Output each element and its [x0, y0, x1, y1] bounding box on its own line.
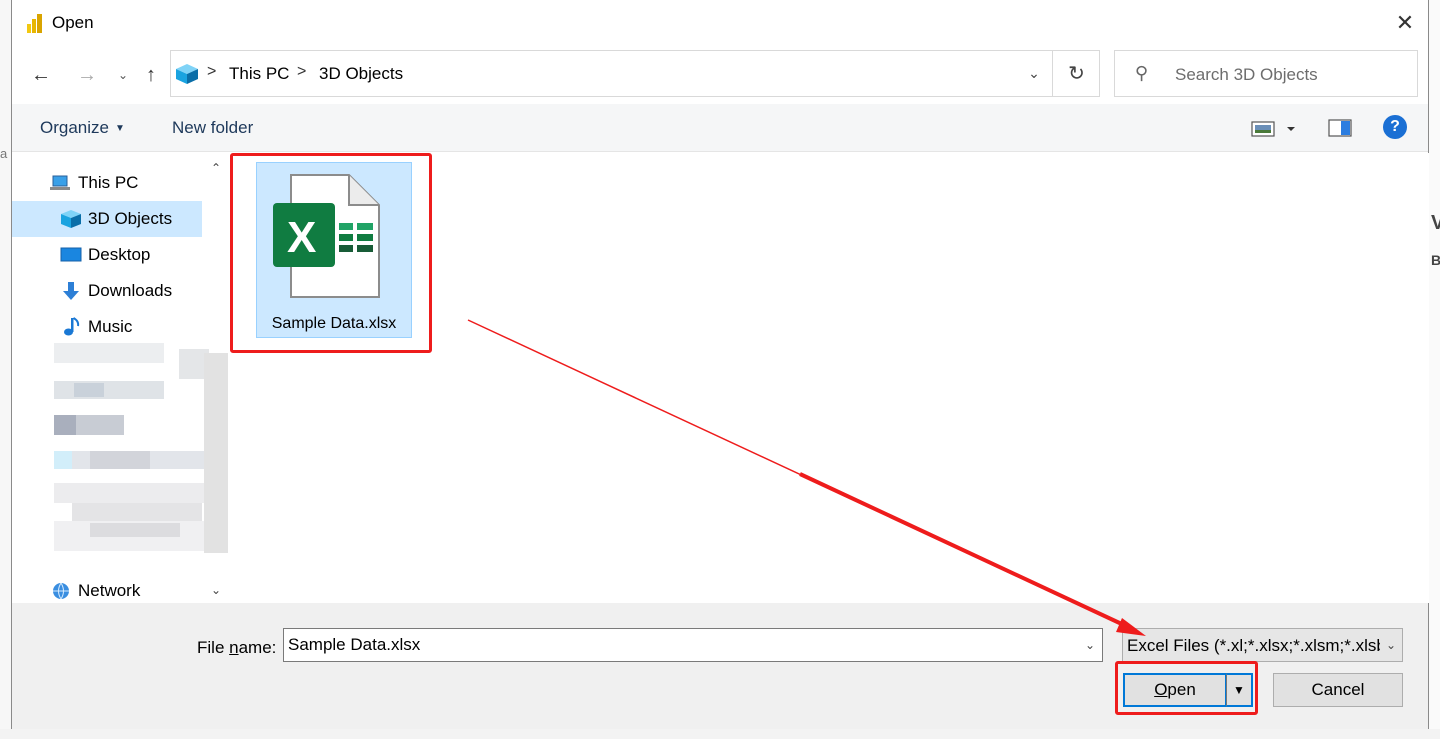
recent-locations-button[interactable]: ⌄	[108, 60, 138, 90]
close-button[interactable]: ✕	[1382, 0, 1428, 46]
chevron-up-icon: ⌃	[210, 161, 222, 175]
chevron-right-icon: >	[297, 63, 307, 80]
sidebar-item-downloads[interactable]: Downloads	[12, 273, 202, 309]
refresh-button[interactable]: ↻	[1052, 51, 1100, 96]
background-app-right: V B	[1428, 0, 1440, 739]
arrow-right-icon: →	[77, 63, 97, 86]
annotation-highlight-file	[230, 153, 432, 353]
help-icon: ?	[1390, 118, 1400, 135]
sidebar-item-label: Music	[88, 317, 133, 336]
file-name-dropdown[interactable]: ⌄	[1078, 629, 1102, 661]
organize-button[interactable]: Organize ▼	[40, 118, 125, 138]
breadcrumb-3d-objects[interactable]: 3D Objects	[319, 64, 403, 84]
new-folder-button[interactable]: New folder	[172, 118, 253, 138]
sidebar-item-label: Desktop	[88, 245, 151, 264]
help-button[interactable]: ?	[1383, 115, 1407, 139]
window-title: Open	[52, 13, 94, 32]
search-box[interactable]: ⚲ Search 3D Objects	[1114, 50, 1418, 97]
breadcrumb-this-pc[interactable]: This PC	[229, 64, 289, 84]
cube-icon	[60, 209, 82, 229]
computer-icon	[50, 173, 72, 193]
cancel-button[interactable]: Cancel	[1273, 673, 1403, 707]
arrow-left-icon: ←	[31, 63, 51, 86]
sidebar-item-label: Downloads	[88, 281, 173, 300]
label-part: ame:	[238, 638, 277, 657]
up-button[interactable]: ↑	[136, 60, 166, 90]
forward-button[interactable]: →	[72, 60, 102, 90]
close-icon: ✕	[1395, 10, 1415, 35]
file-type-filter-value: Excel Files (*.xl;*.xlsx;*.xlsm;*.xlsb	[1127, 636, 1386, 655]
background-text: B	[1431, 252, 1440, 268]
open-file-dialog: Open ✕ ← → ⌄ ↑ > This PC > 3D Objects ⌄ …	[11, 0, 1429, 729]
chevron-down-icon: ⌄	[1084, 638, 1096, 652]
arrow-up-icon: ↑	[146, 63, 156, 86]
sidebar-item-label: Network	[78, 581, 141, 600]
scroll-up-button[interactable]: ⌃	[205, 157, 227, 179]
search-icon: ⚲	[1135, 63, 1149, 83]
chevron-down-icon: ⌄	[210, 583, 222, 597]
annotation-highlight-open	[1115, 661, 1258, 715]
caret-down-icon	[1287, 127, 1295, 131]
power-bi-icon	[27, 14, 42, 33]
organize-label: Organize	[40, 118, 109, 137]
sidebar-item-this-pc[interactable]: This PC	[12, 165, 202, 201]
background-text: a	[0, 146, 8, 161]
music-note-icon	[60, 317, 82, 337]
search-input[interactable]: Search 3D Objects	[1175, 65, 1318, 85]
preview-pane-button[interactable]	[1328, 118, 1352, 138]
scroll-down-button[interactable]: ⌄	[205, 579, 227, 601]
cube-icon	[176, 64, 198, 84]
file-name-label: File name:	[197, 638, 276, 658]
file-name-input[interactable]	[283, 628, 1103, 662]
file-type-filter-select[interactable]: Excel Files (*.xl;*.xlsx;*.xlsm;*.xlsb	[1122, 628, 1403, 662]
background-text: V	[1431, 212, 1440, 234]
sidebar-item-music[interactable]: Music	[12, 309, 202, 345]
title-bar: Open ✕	[12, 0, 1428, 46]
sidebar-item-label: 3D Objects	[88, 209, 173, 228]
back-button[interactable]: ←	[26, 60, 56, 90]
chevron-right-icon: >	[207, 63, 217, 80]
address-history-dropdown[interactable]: ⌄	[1014, 51, 1054, 96]
background-app-left: a	[0, 0, 11, 739]
chevron-down-icon: ⌄	[117, 68, 129, 82]
change-view-button[interactable]	[1250, 118, 1302, 140]
chevron-down-icon: ⌄	[1028, 65, 1040, 81]
address-bar[interactable]: > This PC > 3D Objects ⌄ ↻	[170, 50, 1100, 97]
network-globe-icon	[50, 581, 72, 601]
navigation-pane: ⌃ This PC 3D Objects Desktop Downloads M…	[12, 153, 230, 603]
redacted-sidebar-items	[54, 343, 228, 565]
refresh-icon: ↻	[1068, 63, 1085, 85]
label-part: File	[197, 638, 230, 657]
caret-down-icon: ▼	[114, 123, 125, 134]
file-type-dropdown[interactable]: ⌄	[1380, 629, 1402, 661]
view-icon	[1251, 121, 1275, 137]
sidebar-item-3d-objects[interactable]: 3D Objects	[12, 201, 202, 237]
sidebar-item-label: This PC	[78, 173, 139, 192]
download-arrow-icon	[60, 281, 82, 301]
sidebar-item-desktop[interactable]: Desktop	[12, 237, 202, 273]
background-app-bottom	[0, 729, 1440, 739]
label-accelerator: n	[229, 638, 239, 657]
preview-pane-icon	[1328, 119, 1352, 137]
desktop-icon	[60, 245, 82, 265]
command-bar: Organize ▼ New folder ?	[12, 104, 1428, 152]
chevron-down-icon: ⌄	[1385, 638, 1397, 652]
